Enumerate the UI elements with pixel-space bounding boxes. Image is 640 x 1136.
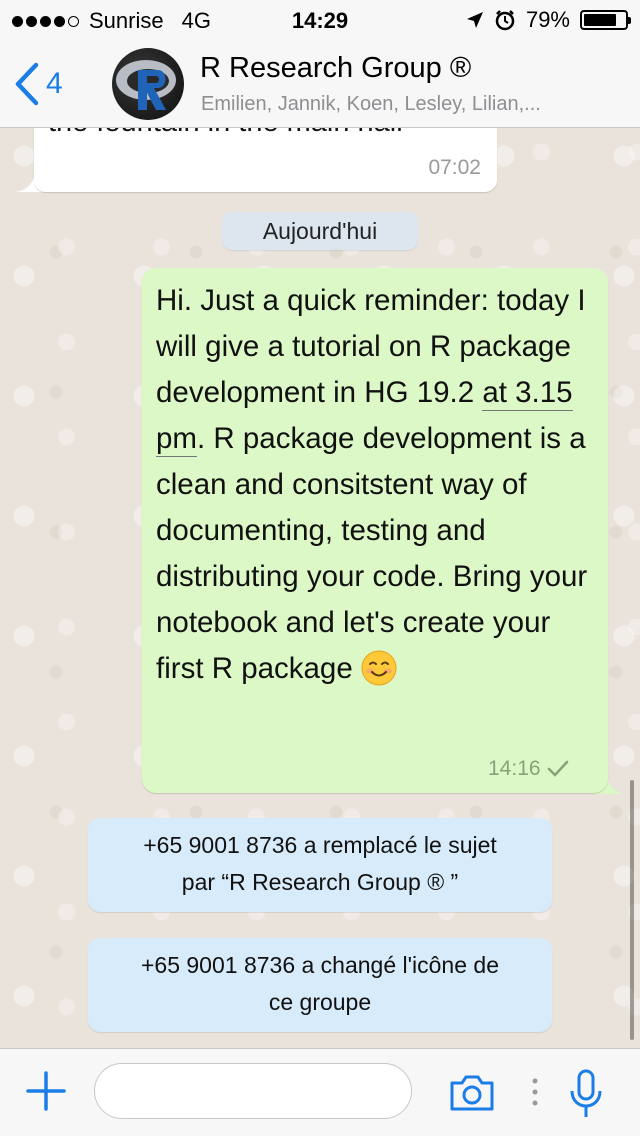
outgoing-message-text: Hi. Just a quick reminder: today I will …: [156, 278, 596, 692]
microphone-icon[interactable]: [566, 1069, 606, 1119]
system-message-line: +65 9001 8736 a changé l'icône de: [140, 952, 499, 978]
message-time: 07:02: [428, 156, 481, 179]
outgoing-message-meta: 14:16: [488, 757, 569, 781]
r-logo-icon: [116, 60, 176, 110]
location-arrow-icon: [466, 12, 483, 28]
alarm-icon: [495, 10, 515, 31]
battery-percent: 79%: [525, 7, 570, 32]
sent-check-icon: [547, 760, 568, 777]
date-separator: Aujourd'hui: [222, 212, 418, 250]
system-message-line: par “R Research Group ® ”: [181, 869, 459, 895]
back-button[interactable]: 4: [14, 62, 63, 106]
system-message: +65 9001 8736 a remplacé le sujet par “R…: [88, 818, 552, 912]
more-icon[interactable]: [532, 1077, 538, 1107]
status-right: 79%: [466, 7, 631, 33]
message-time: 14:16: [488, 757, 541, 780]
camera-icon[interactable]: [448, 1073, 496, 1113]
message-text-part: . R package development is a clean and c…: [156, 422, 588, 685]
system-message-line: +65 9001 8736 a remplacé le sujet: [143, 832, 497, 858]
group-title[interactable]: R Research Group ®: [200, 52, 471, 85]
message-list[interactable]: 07:02 the fountain in the main hall Aujo…: [0, 128, 640, 1048]
scrollbar[interactable]: [630, 780, 634, 1040]
system-message: +65 9001 8736 a changé l'icône de ce gro…: [88, 938, 552, 1032]
input-bar: [0, 1048, 640, 1136]
battery-icon: [580, 10, 631, 30]
unread-count: 4: [46, 67, 63, 100]
smiling-face-emoji-icon: [361, 650, 397, 686]
group-avatar[interactable]: [112, 48, 184, 120]
incoming-message-text: the fountain in the main hall: [48, 128, 403, 139]
message-input[interactable]: [94, 1063, 412, 1119]
status-bar: Sunrise 4G 14:29 79%: [0, 0, 640, 40]
group-members[interactable]: Emilien, Jannik, Koen, Lesley, Lilian,..…: [201, 93, 626, 116]
system-message-line: ce groupe: [268, 989, 372, 1015]
chat-header: 4 R Research Group ® Emilien, Jannik, Ko…: [0, 40, 640, 128]
plus-icon[interactable]: [24, 1069, 68, 1113]
chevron-left-icon: [15, 62, 39, 106]
